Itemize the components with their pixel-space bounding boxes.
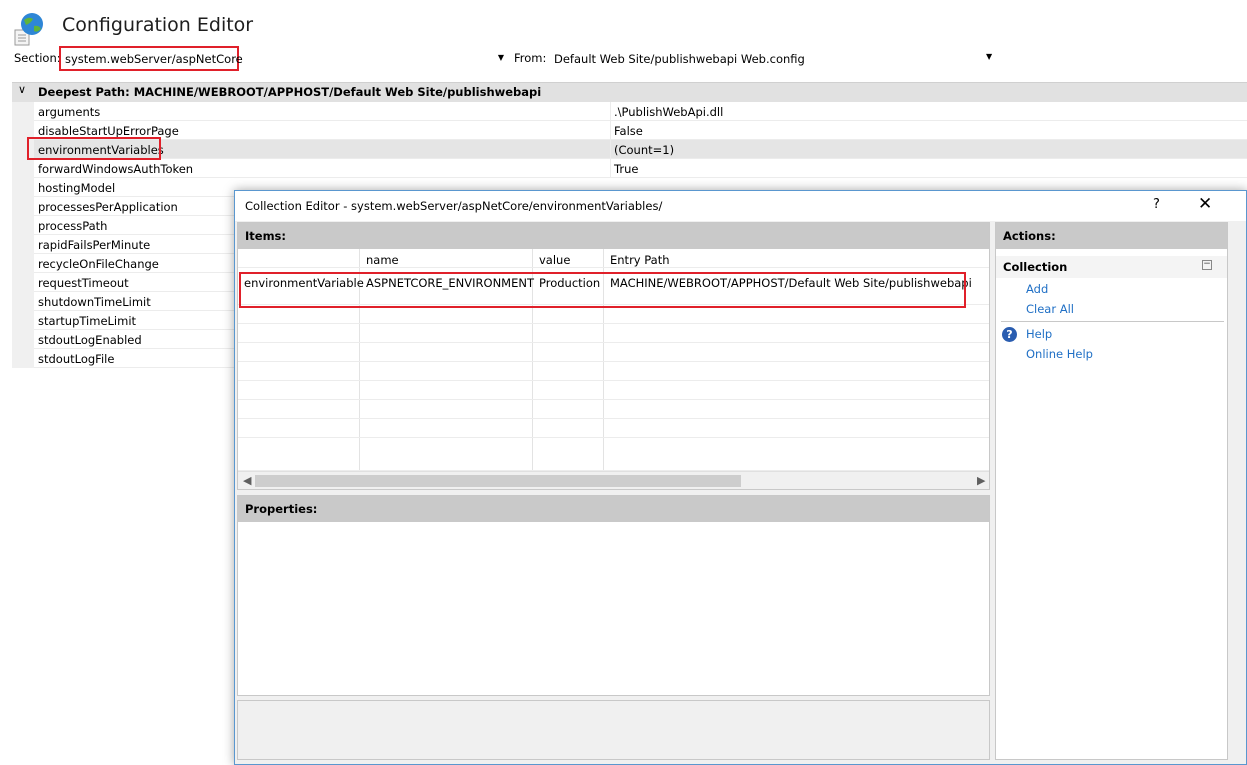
grid-row-arguments[interactable]: arguments .\PublishWebApi.dll: [34, 102, 1247, 121]
deepest-path-text: Deepest Path: MACHINE/WEBROOT/APPHOST/De…: [38, 85, 542, 99]
chevron-down-icon[interactable]: ∨: [18, 83, 26, 96]
table-row: [238, 362, 989, 381]
collapse-icon[interactable]: −: [1202, 260, 1212, 270]
grid-separator: [610, 140, 611, 159]
grid-row-name: rapidFailsPerMinute: [38, 238, 151, 252]
grid-row-value[interactable]: (Count=1): [614, 143, 674, 157]
column-header[interactable]: value: [533, 249, 604, 267]
actions-panel: Actions: Collection − Add Clear All ? He…: [995, 222, 1228, 760]
table-cell: MACHINE/WEBROOT/APPHOST/Default Web Site…: [610, 276, 972, 290]
page-title: Configuration Editor: [62, 14, 254, 36]
column-header[interactable]: [238, 249, 360, 267]
table-row: [238, 438, 989, 471]
scrollbar-thumb[interactable]: [255, 475, 741, 487]
column-header[interactable]: Entry Path: [604, 249, 989, 267]
scroll-right-icon[interactable]: ▶: [977, 474, 985, 487]
table-cell: Production: [533, 268, 604, 304]
table-row: [238, 343, 989, 362]
dialog-title: Collection Editor - system.webServer/asp…: [245, 199, 663, 213]
from-label: From:: [514, 51, 547, 65]
grid-row-name: hostingModel: [38, 181, 116, 195]
online-help-link[interactable]: Online Help: [1026, 347, 1093, 361]
grid-separator: [610, 121, 611, 140]
grid-row-value[interactable]: .\PublishWebApi.dll: [614, 105, 723, 119]
from-dropdown-icon[interactable]: ▼: [986, 52, 992, 61]
table-row: [238, 419, 989, 438]
grid-row-name: stdoutLogFile: [38, 352, 115, 366]
table-row: [238, 305, 989, 324]
help-icon[interactable]: ?: [1153, 197, 1160, 212]
section-label: Section:: [14, 51, 61, 65]
grid-row-value[interactable]: True: [614, 162, 638, 176]
grid-row-name: startupTimeLimit: [38, 314, 137, 328]
grid-row-environmentvariables[interactable]: environmentVariables (Count=1): [34, 140, 1247, 159]
description-panel: [237, 700, 990, 760]
grid-row-name: disableStartUpErrorPage: [38, 124, 179, 138]
scroll-left-icon[interactable]: ◀: [243, 474, 251, 487]
properties-header: Properties:: [238, 496, 989, 522]
table-cell: environmentVariable: [238, 268, 364, 304]
grid-row-value[interactable]: False: [614, 124, 643, 138]
deepest-path-header[interactable]: ∨ Deepest Path: MACHINE/WEBROOT/APPHOST/…: [12, 83, 1247, 102]
clear-all-link[interactable]: Clear All: [1026, 302, 1074, 316]
help-circle-icon: ?: [1002, 327, 1017, 342]
grid-row-name: arguments: [38, 105, 101, 119]
grid-row-disablestartuperrorpage[interactable]: disableStartUpErrorPage False: [34, 121, 1247, 140]
horizontal-scrollbar[interactable]: ◀ ▶: [238, 471, 989, 489]
section-dropdown-icon[interactable]: ▼: [494, 51, 508, 65]
grid-row-name: processesPerApplication: [38, 200, 178, 214]
table-row: [238, 381, 989, 400]
collection-group-label: Collection: [1003, 260, 1068, 274]
grid-row-forwardwindowsauthtoken[interactable]: forwardWindowsAuthToken True: [34, 159, 1247, 178]
add-link[interactable]: Add: [1026, 282, 1048, 296]
globe-config-icon: [14, 12, 44, 46]
section-input[interactable]: system.webServer/aspNetCore: [59, 46, 243, 71]
from-select[interactable]: Default Web Site/publishwebapi Web.confi…: [548, 48, 1000, 70]
grid-row-name: shutdownTimeLimit: [38, 295, 151, 309]
divider: [1001, 321, 1224, 322]
grid-separator: [610, 159, 611, 178]
table-cell: ASPNETCORE_ENVIRONMENT: [360, 268, 534, 304]
items-header: Items:: [238, 223, 989, 249]
grid-row-name: forwardWindowsAuthToken: [38, 162, 194, 176]
actions-header: Actions:: [996, 223, 1227, 249]
collection-editor-dialog: Collection Editor - system.webServer/asp…: [234, 190, 1247, 765]
dialog-titlebar[interactable]: Collection Editor - system.webServer/asp…: [235, 191, 1246, 221]
grid-row-name: recycleOnFileChange: [38, 257, 159, 271]
table-header-row: name value Entry Path: [238, 249, 989, 268]
table-row: [238, 400, 989, 419]
help-link[interactable]: Help: [1026, 327, 1052, 341]
close-icon[interactable]: ✕: [1198, 194, 1212, 214]
table-row: [238, 324, 989, 343]
grid-separator: [610, 102, 611, 121]
grid-row-name: requestTimeout: [38, 276, 129, 290]
properties-panel: Properties:: [237, 495, 990, 696]
grid-row-name: processPath: [38, 219, 108, 233]
grid-gutter: [12, 102, 34, 368]
items-panel: Items: name value Entry Path environment…: [237, 222, 990, 490]
table-row[interactable]: environmentVariable ASPNETCORE_ENVIRONME…: [238, 268, 989, 305]
grid-row-name: environmentVariables: [38, 143, 164, 157]
grid-row-name: stdoutLogEnabled: [38, 333, 142, 347]
column-header[interactable]: name: [360, 249, 533, 267]
